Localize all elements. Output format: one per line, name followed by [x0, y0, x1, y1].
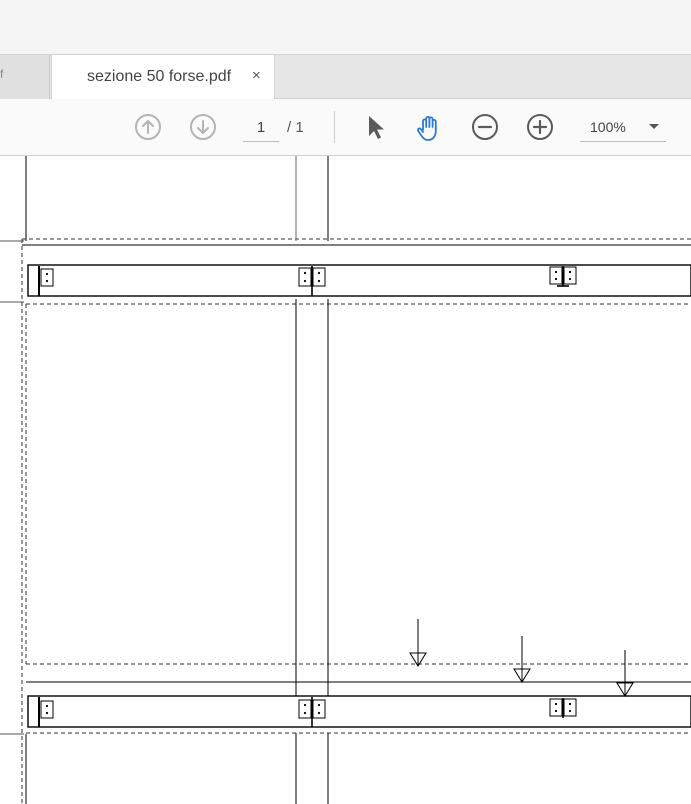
bolt	[554, 709, 558, 713]
minus-circle-icon	[472, 114, 498, 140]
bolt	[45, 711, 49, 715]
arrow-up-circle-icon	[135, 114, 161, 140]
tab-bar: f sezione 50 forse.pdf ×	[0, 54, 691, 100]
bolted-plate	[549, 266, 563, 285]
bolted-plate	[563, 266, 577, 285]
pointer-arrow-icon	[369, 116, 384, 139]
toolbar-separator	[334, 111, 335, 143]
bolt	[45, 704, 49, 708]
bolted-plate	[298, 699, 312, 719]
bolted-plate	[40, 700, 54, 719]
zoom-out-button[interactable]	[471, 113, 499, 141]
bolt	[554, 270, 558, 274]
bolt	[45, 272, 49, 276]
toolbar: / 1 100%	[0, 99, 691, 156]
bolt	[303, 271, 307, 275]
page-total: / 1	[287, 119, 304, 136]
bottom-beam	[27, 695, 691, 728]
tab-previous[interactable]: f	[0, 55, 50, 99]
bolt	[303, 711, 307, 715]
arrow-down-circle-icon	[190, 114, 216, 140]
close-icon[interactable]: ×	[252, 67, 261, 84]
bolted-plate	[549, 698, 563, 717]
bolt	[568, 270, 572, 274]
bolted-plate	[563, 698, 577, 717]
bolt	[317, 271, 321, 275]
tab-previous-label: f	[0, 67, 4, 81]
bolt	[317, 703, 321, 707]
previous-page-button[interactable]	[134, 113, 162, 141]
bolt	[317, 279, 321, 283]
chevron-down-icon	[649, 124, 659, 129]
bolt	[45, 279, 49, 283]
zoom-level-dropdown[interactable]: 100%	[580, 112, 666, 142]
bolted-plate	[312, 267, 326, 287]
bolted-plate	[40, 268, 54, 287]
window-top-strip	[0, 0, 691, 54]
next-page-button[interactable]	[189, 113, 217, 141]
tab-title: sezione 50 forse.pdf	[87, 68, 232, 85]
bolt	[554, 702, 558, 706]
bolt	[317, 711, 321, 715]
bolt	[554, 277, 558, 281]
top-beam	[27, 264, 691, 297]
zoom-level-value: 100%	[590, 119, 626, 135]
bolted-plate	[298, 267, 312, 287]
load-arrow	[513, 636, 531, 683]
document-canvas[interactable]	[0, 156, 691, 804]
bolt	[568, 709, 572, 713]
drawing	[0, 156, 691, 804]
hand-icon	[417, 116, 437, 141]
bolt	[303, 279, 307, 283]
tab-document[interactable]: sezione 50 forse.pdf ×	[51, 54, 275, 100]
load-arrow	[409, 619, 427, 667]
zoom-in-button[interactable]	[526, 113, 554, 141]
bolt	[568, 277, 572, 281]
hand-tool-button[interactable]	[415, 113, 443, 141]
bolt	[568, 702, 572, 706]
select-tool-button[interactable]	[362, 113, 390, 141]
page-number-input[interactable]	[243, 113, 279, 142]
bolt	[303, 703, 307, 707]
plus-circle-icon	[527, 114, 553, 140]
bolted-plate	[312, 699, 326, 719]
load-arrow	[616, 650, 634, 697]
